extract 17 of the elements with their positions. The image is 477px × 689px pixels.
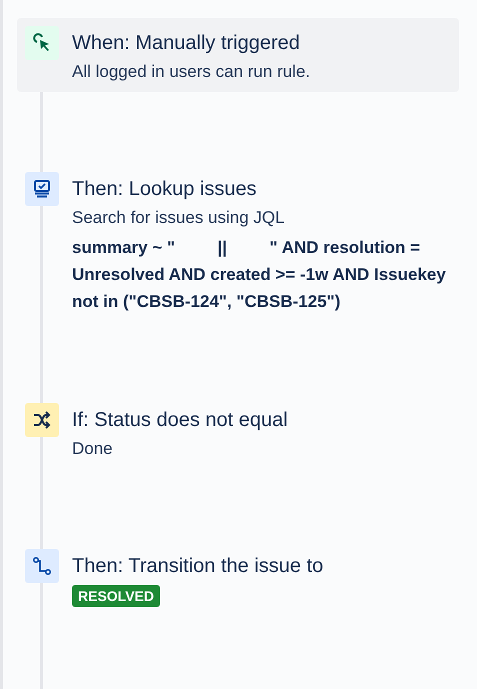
- rule-step[interactable]: If: Status does not equal Done: [17, 395, 459, 469]
- rule-step[interactable]: Then: Lookup issues Search for issues using JQL summary ~ " || " AND resolution = Unresolved AND created >= -1w AND Issuekey not in ("CBSB-124", "CBSB-125"): [17, 164, 459, 323]
- status-lozenge: RESOLVED: [72, 585, 160, 607]
- rule-step[interactable]: When: Manually triggered All logged in users can run rule.: [17, 18, 459, 92]
- transition-icon: [32, 556, 52, 576]
- cursor-click-icon: [32, 33, 52, 53]
- step-title: If: Status does not equal: [72, 408, 288, 433]
- shuffle-icon: [32, 410, 52, 430]
- step-description: Done: [72, 438, 114, 460]
- step-description: Search for issues using JQL: [72, 207, 286, 229]
- step-title: Then: Transition the issue to: [72, 554, 324, 579]
- jql-query: summary ~ " || " AND resolution = Unresolved AND created >= -1w AND Issuekey not in ("CBSB-124", "CBSB-125"): [72, 237, 447, 313]
- step-title: When: Manually triggered: [72, 31, 301, 56]
- step-description: All logged in users can run rule.: [72, 61, 310, 83]
- rule-step[interactable]: Then: Transition the issue to RESOLVED: [17, 541, 459, 615]
- step-title: Then: Lookup issues: [72, 177, 258, 202]
- monitor-check-icon: [32, 179, 52, 199]
